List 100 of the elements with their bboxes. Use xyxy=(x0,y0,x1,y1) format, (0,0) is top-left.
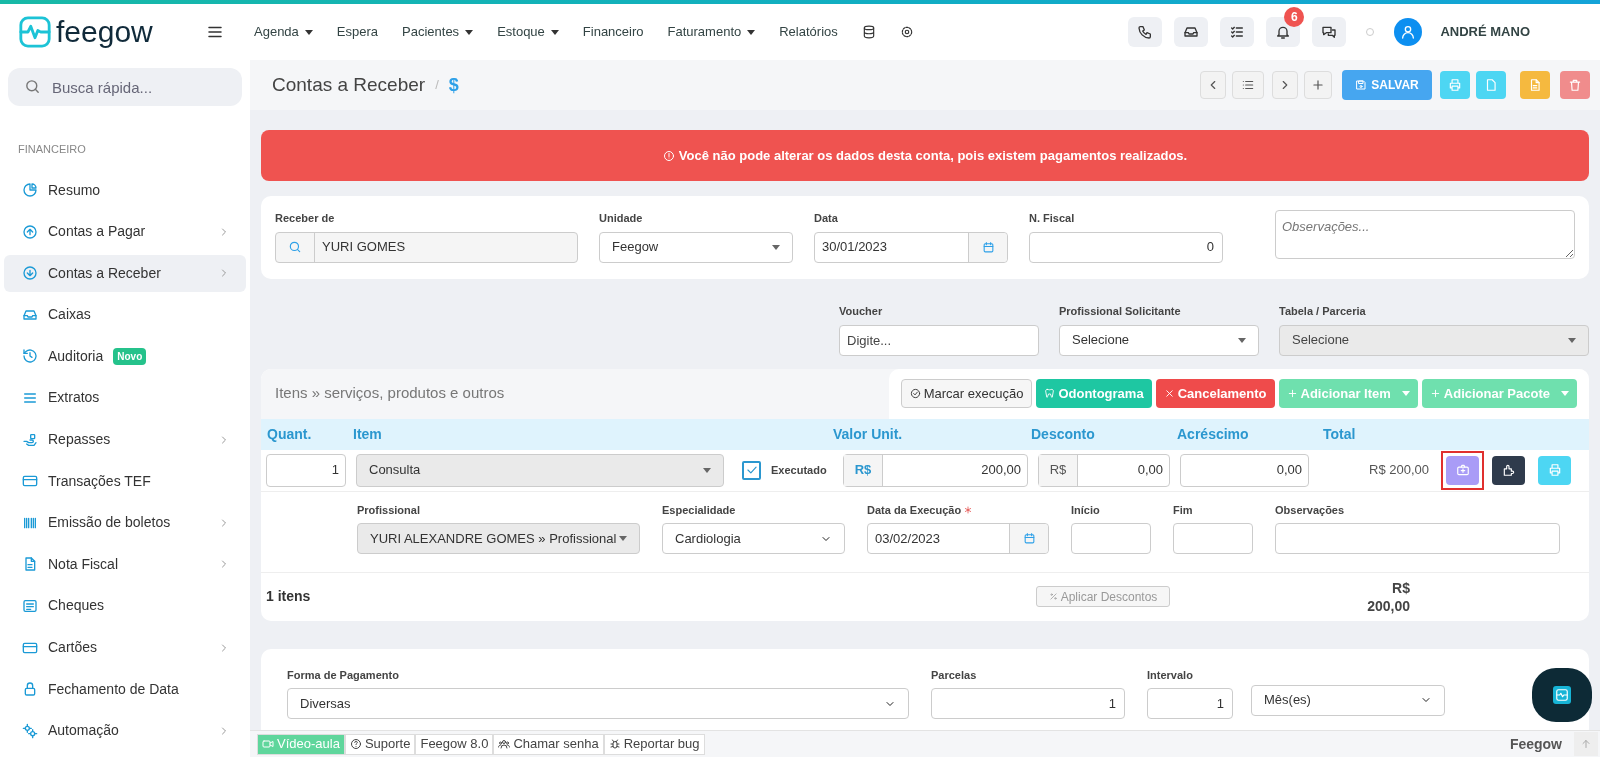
calendar-icon xyxy=(1022,532,1036,545)
printer-button[interactable] xyxy=(1538,455,1571,485)
delete-button[interactable] xyxy=(1560,71,1590,99)
previous-button[interactable] xyxy=(1200,71,1226,99)
sidebar-item[interactable]: Contas a Receber xyxy=(4,254,246,292)
column-header: Total xyxy=(1323,426,1356,442)
footer-link[interactable]: Reportar bug xyxy=(603,733,705,755)
sidebar-item[interactable]: Emissão de boletos xyxy=(4,504,246,542)
sidebar-item[interactable]: Transações TEF xyxy=(4,462,246,500)
puzzle-button[interactable] xyxy=(1492,455,1525,485)
list-button[interactable] xyxy=(1232,71,1264,99)
chat-button[interactable] xyxy=(1312,17,1347,47)
input-field[interactable] xyxy=(1173,523,1253,554)
sidebar-item[interactable]: Extratos xyxy=(4,379,246,417)
field-label: Data xyxy=(814,211,839,226)
action-button[interactable]: Marcar execução xyxy=(900,379,1033,408)
alert-message: Você não pode alterar os dados desta conta, pois existem pagamentos realizados. xyxy=(678,146,1188,165)
select-field[interactable]: Cardiologia xyxy=(662,523,845,554)
select-field[interactable]: Diversas xyxy=(287,688,909,719)
next-button[interactable] xyxy=(1272,71,1298,99)
section-title: Itens » serviços, produtos e outros xyxy=(274,383,505,404)
input-field[interactable]: 0,00 xyxy=(1180,453,1309,487)
logo-icon xyxy=(18,15,52,49)
checklist-button[interactable] xyxy=(1220,17,1255,47)
close-icon xyxy=(1163,388,1175,399)
sidebar-label: Automação xyxy=(48,721,119,741)
input-field[interactable]: 1 xyxy=(266,453,346,487)
input-field[interactable]: YURI GOMES xyxy=(275,231,578,263)
nav-link[interactable]: Pacientes xyxy=(402,22,474,42)
avatar[interactable] xyxy=(1394,18,1423,46)
sidebar-item[interactable]: Cartões xyxy=(4,629,246,667)
input-field[interactable]: 0 xyxy=(1029,231,1223,263)
input-field[interactable]: 1 xyxy=(1147,688,1233,719)
item-count: 1 itens xyxy=(266,587,312,606)
date-field[interactable]: 03/02/2023 xyxy=(867,523,1049,554)
select-field[interactable]: YURI ALEXANDRE GOMES » Profissional xyxy=(357,523,640,554)
sidebar-label: Cartões xyxy=(48,638,98,658)
sidebar-label: Extratos xyxy=(48,388,100,408)
input-field[interactable] xyxy=(1275,523,1560,554)
field-label: Data da Execução xyxy=(867,502,962,518)
field-label: Início xyxy=(1071,502,1101,518)
column-header: Desconto xyxy=(1031,426,1095,442)
calendar-button[interactable] xyxy=(1009,524,1048,553)
sidebar-item[interactable]: Fechamento de Data xyxy=(4,670,246,708)
search-field[interactable]: Busca rápida... xyxy=(8,68,242,106)
sidebar-item[interactable]: Resumo xyxy=(4,171,246,209)
database-icon[interactable] xyxy=(861,25,876,39)
add-button[interactable] xyxy=(1304,71,1332,99)
sidebar-item[interactable]: Repasses xyxy=(4,421,246,459)
print-button[interactable] xyxy=(1440,71,1470,99)
sidebar-item[interactable]: Caixas xyxy=(4,296,246,334)
nav-link[interactable]: Relatórios xyxy=(779,22,838,42)
scroll-top-button[interactable] xyxy=(1574,732,1598,756)
section-label: FINANCEIRO xyxy=(17,142,87,157)
input-field[interactable] xyxy=(1071,523,1151,554)
action-button[interactable]: Cancelamento xyxy=(1155,379,1275,408)
select-field[interactable]: Mês(es) xyxy=(1251,684,1445,716)
calendar-button[interactable] xyxy=(968,232,1007,262)
nav-link[interactable]: Estoque xyxy=(497,22,559,42)
select-field[interactable]: Feegow xyxy=(599,231,793,263)
chat-icon xyxy=(1321,24,1338,40)
sidebar-label: Resumo xyxy=(48,180,101,200)
lock-icon xyxy=(22,681,38,698)
pulse-icon xyxy=(1553,686,1571,704)
arrow-up-icon xyxy=(1580,738,1592,750)
sidebar-item[interactable]: Nota Fiscal xyxy=(4,545,246,583)
warning-icon xyxy=(662,149,675,162)
select-field[interactable]: Selecione xyxy=(1059,324,1259,356)
settings-icon[interactable] xyxy=(899,25,914,39)
phone-button[interactable] xyxy=(1128,17,1163,47)
checkbox[interactable] xyxy=(742,460,761,480)
money-field[interactable]: R$ 0,00 xyxy=(1038,453,1170,487)
inbox-button[interactable] xyxy=(1174,17,1209,47)
nav-link[interactable]: Financeiro xyxy=(582,22,644,42)
arrow-down-circle-icon xyxy=(22,265,38,282)
footer-link[interactable]: Feegow 8.0 xyxy=(415,733,494,755)
sidebar-item[interactable]: Contas a Pagar xyxy=(4,213,246,251)
money-field[interactable]: R$ 200,00 xyxy=(843,453,1028,487)
date-field[interactable]: 30/01/2023 xyxy=(814,231,1008,263)
nav-link[interactable]: Agenda xyxy=(254,22,313,42)
sidebar-item[interactable]: Auditoria Novo xyxy=(4,337,246,375)
report-button[interactable] xyxy=(1520,71,1550,99)
grand-total: R$ 200,00 xyxy=(1366,578,1410,615)
input-field[interactable]: 1 xyxy=(931,688,1125,719)
search-icon xyxy=(288,240,302,254)
sidebar-item[interactable]: Cheques xyxy=(4,587,246,625)
nav-link[interactable]: Faturamento xyxy=(667,22,756,42)
document-button[interactable] xyxy=(1476,71,1506,99)
field-label: Profissional Solicitante xyxy=(1059,304,1182,319)
checkbox-label: Executado xyxy=(771,462,828,478)
notes-field[interactable]: Observações... xyxy=(1275,210,1575,259)
footer-brand: Feegow xyxy=(1509,734,1562,754)
input-field[interactable]: Digite... xyxy=(839,324,1039,356)
user-name[interactable]: ANDRÉ MANO xyxy=(1440,22,1530,42)
sidebar-item[interactable]: Automação xyxy=(4,712,246,750)
column-header: Quant. xyxy=(267,426,312,442)
select-field[interactable]: Consulta xyxy=(356,453,724,487)
nav-link[interactable]: Espera xyxy=(336,22,379,42)
footer-link[interactable]: Chamar senha xyxy=(493,733,604,755)
footer-link[interactable]: Suporte xyxy=(344,733,416,755)
